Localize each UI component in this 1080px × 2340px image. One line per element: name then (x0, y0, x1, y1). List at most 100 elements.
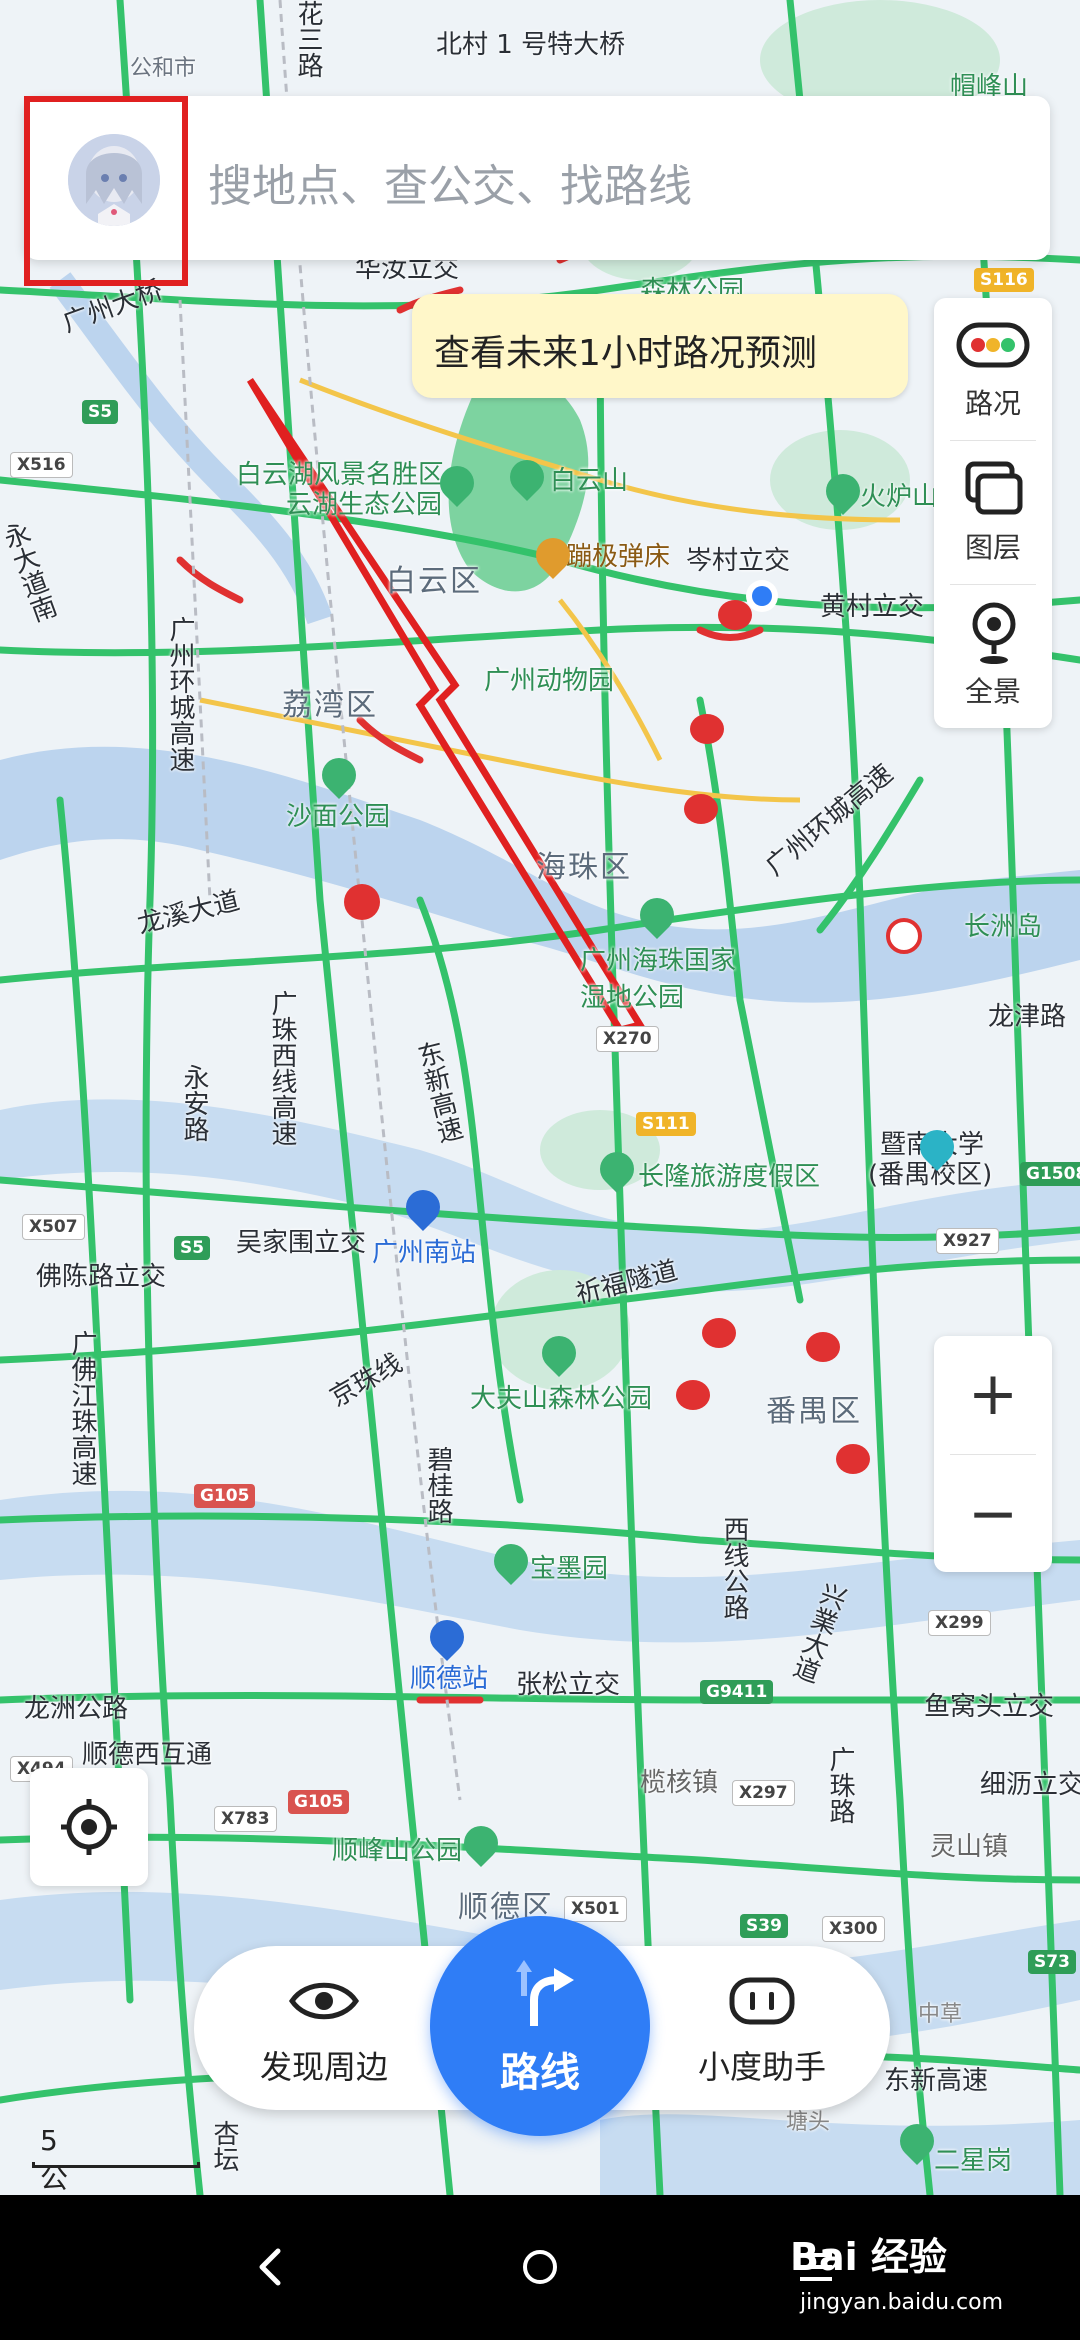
traffic-camera-icon[interactable] (806, 1332, 840, 1362)
map-label: 二星岗 (934, 2146, 1013, 2176)
map-label: 中草 (918, 2002, 963, 2027)
road-shield: X297 (732, 1780, 795, 1806)
zoom-out-button[interactable]: − (934, 1484, 1052, 1544)
traffic-camera-icon[interactable] (676, 1380, 710, 1410)
map-label: 西线公路 (719, 1516, 749, 1620)
road-shield: X300 (822, 1916, 885, 1942)
road-shield: X783 (214, 1806, 277, 1832)
map-label: 火炉山 (860, 482, 939, 512)
panorama-button[interactable]: 全景 (934, 586, 1052, 726)
route-button[interactable]: 路线 (430, 1916, 650, 2136)
assistant-button[interactable]: 小度助手 (662, 1946, 862, 2110)
district-label: 番禺区 (766, 1394, 862, 1429)
map-label: 广州环城高速 (165, 616, 195, 772)
map-label: 广州动物园 (484, 666, 615, 696)
traffic-label: 路况 (964, 387, 1021, 420)
map-label: 吴家围立交 (236, 1228, 367, 1258)
map-label: 东新高速 (884, 2066, 989, 2096)
map-label: 广佛江珠高速 (67, 1330, 97, 1486)
map-label: 蹦极弹床 (566, 542, 671, 572)
map-label: 广珠西线高速 (267, 990, 297, 1146)
search-input[interactable]: 搜地点、查公交、找路线 (208, 150, 692, 214)
road-shield: X501 (564, 1896, 627, 1922)
highlight-box (24, 96, 188, 286)
map-label: 顺峰山公园 (332, 1836, 463, 1866)
map-tools-panel: 路况 图层 全景 (934, 298, 1052, 728)
traffic-camera-icon[interactable] (690, 714, 724, 744)
tip-text: 查看未来1小时路况预测 (434, 333, 817, 374)
scale-bar (32, 2162, 200, 2168)
back-icon[interactable] (256, 2247, 286, 2287)
discover-nearby-button[interactable]: 发现周边 (224, 1946, 424, 2110)
road-shield: X270 (596, 1026, 659, 1052)
map-label: 杏坛 (209, 2120, 239, 2172)
traffic-camera-icon[interactable] (836, 1444, 870, 1474)
map-label: 佛陈路立交 (36, 1262, 167, 1292)
traffic-camera-icon[interactable] (702, 1318, 736, 1348)
watermark-brand: Bai 经验 (790, 2235, 947, 2279)
map-label: 灵山镇 (930, 1832, 1009, 1862)
map-label: 长洲岛 (964, 912, 1043, 942)
road-shield: G105 (194, 1484, 256, 1508)
district-label: 白云区 (386, 564, 482, 599)
road-shield: G105 (288, 1790, 350, 1814)
layers-icon (965, 461, 1023, 515)
road-shield: S116 (974, 268, 1034, 292)
map-label: 广州南站 (372, 1238, 477, 1268)
map-label: 岑村立交 (686, 546, 791, 576)
layers-label: 图层 (964, 531, 1021, 564)
road-shield: S111 (636, 1112, 696, 1136)
road-shield: X516 (10, 452, 73, 478)
traffic-forecast-tip[interactable]: 查看未来1小时路况预测 (412, 294, 908, 398)
map-label: 龙洲公路 (24, 1694, 129, 1724)
panorama-icon (972, 602, 1016, 664)
map-label: 公和市 (130, 56, 197, 81)
assistant-label: 小度助手 (697, 2048, 826, 2086)
road-shield: X299 (928, 1610, 991, 1636)
map-label: 龙津路 (988, 1002, 1067, 1032)
map-label: 鱼窝头立交 (924, 1692, 1055, 1722)
traffic-camera-icon[interactable] (684, 794, 718, 824)
no-entry-icon[interactable] (886, 918, 922, 954)
map-label: 顺德西互通 (82, 1740, 213, 1770)
road-shield: G1508 (1020, 1162, 1080, 1186)
zoom-in-button[interactable]: + (934, 1364, 1052, 1424)
map-label: 宝墨园 (530, 1554, 609, 1584)
traffic-light-icon (956, 322, 1030, 368)
panorama-label: 全景 (964, 675, 1021, 708)
district-label: 荔湾区 (282, 688, 378, 723)
layers-button[interactable]: 图层 (934, 442, 1052, 582)
map-label: 广珠路 (825, 1746, 855, 1824)
map-label: 花三路 (293, 0, 323, 78)
traffic-button[interactable]: 路况 (934, 298, 1052, 438)
map-label: 榄核镇 (640, 1768, 719, 1798)
map-label: 长隆旅游度假区 (638, 1162, 821, 1192)
home-icon[interactable] (520, 2247, 560, 2287)
route-arrow-icon (516, 1960, 574, 2026)
route-label: 路线 (500, 2050, 580, 2096)
eye-icon (288, 1982, 360, 2020)
road-shield: S5 (82, 400, 119, 424)
map-label: 顺德站 (410, 1664, 489, 1694)
road-shield: G9411 (700, 1680, 774, 1704)
map-label: 张松立交 (516, 1670, 621, 1700)
divider (950, 1454, 1036, 1455)
divider (950, 440, 1036, 441)
map-label: 碧桂路 (423, 1446, 453, 1524)
road-shield: X927 (936, 1228, 999, 1254)
road-shield: S39 (740, 1914, 788, 1938)
map-label: 黄村立交 (820, 592, 925, 622)
map-label: 细沥立交 (980, 1770, 1080, 1800)
road-shield: X507 (22, 1214, 85, 1240)
construction-icon[interactable] (344, 884, 380, 920)
locate-icon (61, 1799, 117, 1855)
traffic-camera-icon[interactable] (718, 600, 752, 630)
locate-button[interactable] (30, 1768, 148, 1886)
divider (950, 584, 1036, 585)
discover-label: 发现周边 (259, 2048, 388, 2086)
watermark-site: jingyan.baidu.com (800, 2290, 1004, 2315)
map-label: 白云山 (550, 466, 629, 496)
zoom-control: + − (934, 1336, 1052, 1572)
map-label: 云湖生态公园 (286, 490, 443, 520)
map-label: 广州海珠国家湿地公园 (580, 946, 737, 1013)
